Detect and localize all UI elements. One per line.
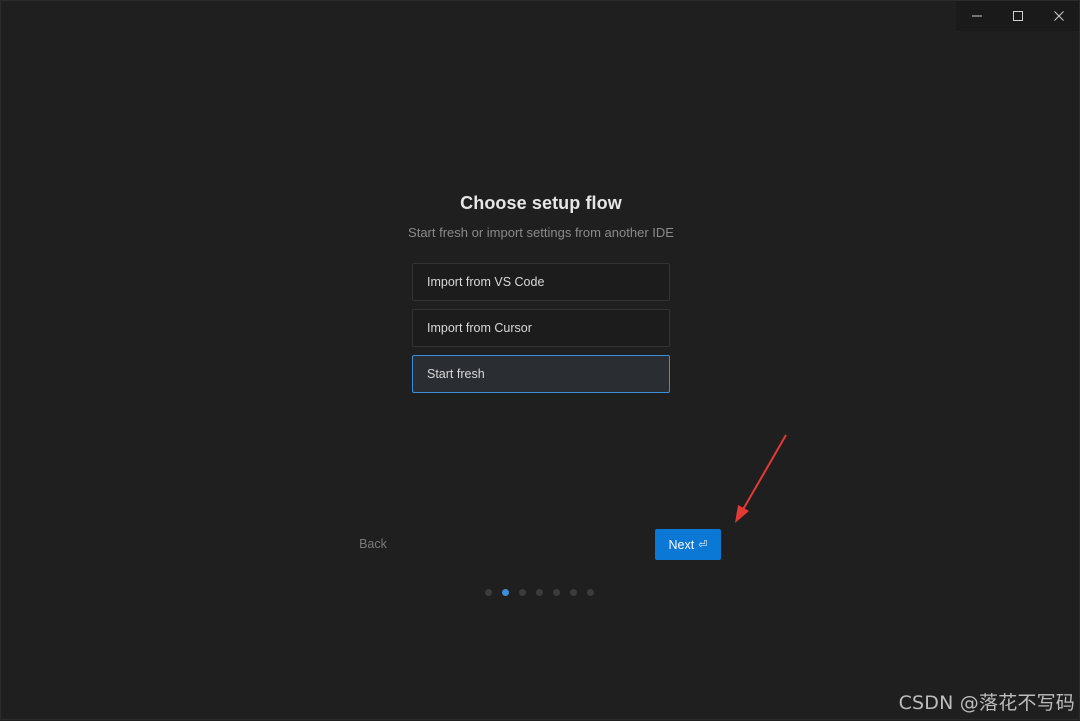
option-import-cursor[interactable]: Import from Cursor xyxy=(412,309,670,347)
option-label: Start fresh xyxy=(427,367,485,381)
back-button[interactable]: Back xyxy=(353,537,393,555)
setup-wizard: Choose setup flow Start fresh or import … xyxy=(1,1,1080,721)
annotation-arrow-icon xyxy=(735,434,787,523)
step-dot xyxy=(485,589,492,596)
setup-options-list: Import from VS Code Import from Cursor S… xyxy=(412,263,670,401)
option-start-fresh[interactable]: Start fresh xyxy=(412,355,670,393)
step-dot xyxy=(519,589,526,596)
next-button[interactable]: Next ⏎ xyxy=(655,529,721,560)
step-dot-active xyxy=(502,589,509,596)
next-button-label: Next xyxy=(668,537,695,552)
step-indicator xyxy=(485,589,594,596)
option-label: Import from VS Code xyxy=(427,275,545,289)
app-window: Choose setup flow Start fresh or import … xyxy=(0,0,1080,720)
option-import-vscode[interactable]: Import from VS Code xyxy=(412,263,670,301)
step-dot xyxy=(587,589,594,596)
step-dot xyxy=(570,589,577,596)
step-dot xyxy=(553,589,560,596)
page-title: Choose setup flow xyxy=(460,193,622,213)
page-subtitle: Start fresh or import settings from anot… xyxy=(408,225,674,240)
option-label: Import from Cursor xyxy=(427,321,532,335)
watermark: CSDN @落花不写码 xyxy=(898,692,1075,714)
enter-key-icon: ⏎ xyxy=(698,539,708,551)
step-dot xyxy=(536,589,543,596)
